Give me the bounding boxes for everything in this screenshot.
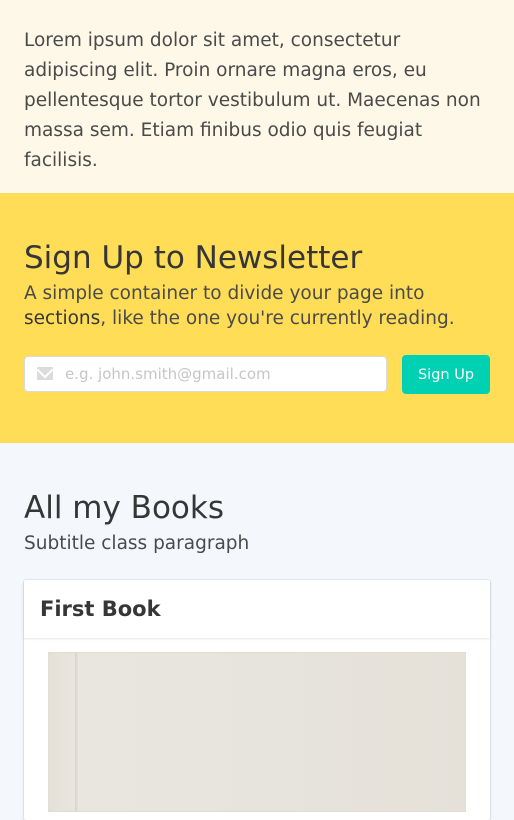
email-field-wrapper [24, 356, 387, 392]
intro-section: Lorem ipsum dolor sit amet, consectetur … [0, 0, 514, 193]
book-spine [75, 653, 79, 811]
intro-paragraph: Lorem ipsum dolor sit amet, consectetur … [24, 30, 481, 171]
book-card-header: First Book [24, 580, 490, 638]
envelope-icon [37, 367, 53, 380]
book-cover-image [48, 652, 466, 812]
newsletter-subtitle: A simple container to divide your page i… [24, 281, 488, 331]
book-card-title: First Book [40, 597, 161, 621]
email-field[interactable] [63, 357, 385, 391]
newsletter-title: Sign Up to Newsletter [24, 240, 363, 276]
newsletter-subtitle-text: A simple container to divide your page i… [24, 283, 425, 304]
newsletter-subtitle-tail: , like the one you're currently reading. [100, 308, 455, 329]
book-card[interactable]: First Book [24, 580, 490, 820]
books-section-subtitle: Subtitle class paragraph [24, 533, 250, 554]
sign-up-button[interactable]: Sign Up [402, 355, 490, 394]
newsletter-subtitle-strong: sections [24, 308, 101, 329]
books-section-title: All my Books [24, 490, 224, 526]
